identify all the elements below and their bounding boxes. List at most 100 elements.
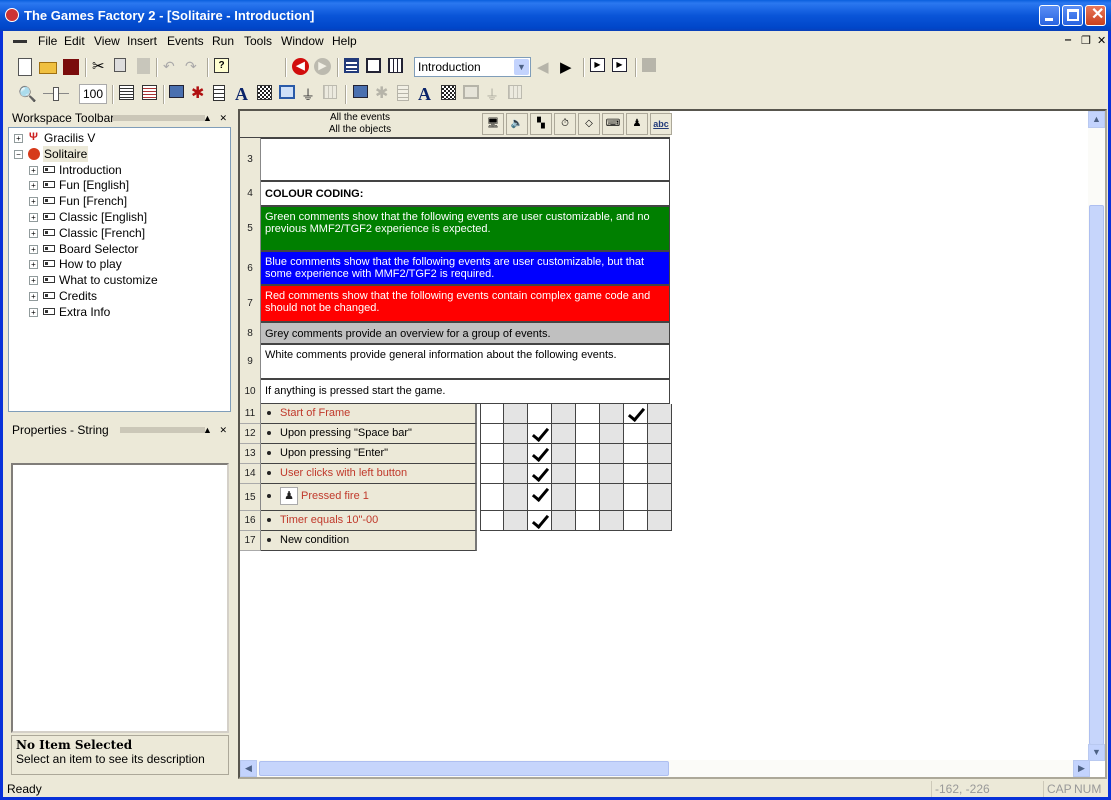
menu-events[interactable]: Events bbox=[167, 34, 204, 48]
comment-text[interactable]: Grey comments provide an overview for a … bbox=[261, 322, 670, 344]
empty-cell[interactable] bbox=[552, 404, 576, 424]
storyboard-controls-icon[interactable]: ▚ bbox=[530, 113, 552, 135]
empty-cell[interactable] bbox=[504, 511, 528, 531]
insert-event-icon[interactable] bbox=[119, 85, 134, 100]
empty-cell[interactable] bbox=[600, 464, 624, 484]
title-bar[interactable]: The Games Factory 2 - [Solitaire - Intro… bbox=[0, 0, 1111, 31]
frame-editor-icon[interactable] bbox=[366, 58, 381, 73]
panel-close-icon[interactable]: ✕ bbox=[219, 113, 227, 123]
comment-text[interactable]: White comments provide general informati… bbox=[261, 344, 670, 379]
expand-toggle[interactable]: + bbox=[29, 213, 38, 222]
scroll-left-button[interactable]: ◀ bbox=[240, 760, 257, 777]
empty-cell[interactable] bbox=[552, 464, 576, 484]
forward-icon[interactable]: ▶ bbox=[314, 58, 331, 75]
event-row[interactable]: 13 Upon pressing "Enter" bbox=[240, 444, 672, 464]
checkmark-cell[interactable] bbox=[528, 444, 552, 464]
expand-toggle[interactable]: + bbox=[29, 307, 38, 317]
timer-icon[interactable]: ⏱ bbox=[554, 113, 576, 135]
system-object-icon[interactable] bbox=[169, 85, 184, 98]
objects-filter-label[interactable]: All the objects bbox=[240, 124, 480, 135]
mdi-minimize-button[interactable]: ‒ bbox=[1065, 34, 1071, 46]
quick-backdrop-icon[interactable] bbox=[257, 85, 272, 100]
event-row[interactable]: 15 ♟ Pressed fire 1 bbox=[240, 484, 672, 511]
redo-icon[interactable]: ↷ bbox=[185, 58, 203, 76]
text-icon[interactable]: A bbox=[235, 85, 253, 103]
empty-cell[interactable] bbox=[576, 424, 600, 444]
create-objects-icon[interactable]: ◇ bbox=[578, 113, 600, 135]
zoom-icon[interactable]: 🔍 bbox=[18, 85, 37, 103]
condition[interactable]: ♟ Pressed fire 1 bbox=[261, 484, 477, 511]
vertical-scroll-thumb[interactable] bbox=[1089, 205, 1104, 745]
empty-cell[interactable] bbox=[576, 511, 600, 531]
backdrops-icon-2[interactable] bbox=[397, 85, 409, 101]
empty-cell[interactable] bbox=[624, 464, 648, 484]
expand-toggle[interactable]: + bbox=[14, 134, 23, 143]
empty-cell[interactable] bbox=[504, 424, 528, 444]
zoom-input[interactable]: 100 bbox=[79, 84, 107, 104]
tree-item[interactable]: Board Selector bbox=[58, 241, 139, 257]
comment-row[interactable]: 4 COLOUR CODING: bbox=[240, 181, 670, 206]
frame-select[interactable]: Introduction ▼ bbox=[414, 57, 531, 77]
tree-item[interactable]: Introduction bbox=[58, 162, 123, 178]
condition[interactable]: Timer equals 10"-00 bbox=[261, 511, 477, 531]
comment-text[interactable]: Green comments show that the following e… bbox=[261, 206, 670, 251]
empty-cell[interactable] bbox=[648, 424, 672, 444]
cut-icon[interactable]: ✂ bbox=[92, 58, 110, 76]
empty-cell[interactable] bbox=[600, 511, 624, 531]
condition[interactable]: Upon pressing "Space bar" bbox=[261, 424, 477, 444]
tree-item[interactable]: What to customize bbox=[58, 272, 159, 288]
expand-toggle[interactable]: + bbox=[29, 181, 38, 191]
tree-item[interactable]: Fun [French] bbox=[58, 193, 128, 209]
string-object-icon[interactable]: abc bbox=[650, 113, 672, 135]
empty-cell[interactable] bbox=[576, 444, 600, 464]
empty-cell[interactable] bbox=[552, 484, 576, 511]
comment-row[interactable]: 9 White comments provide general informat… bbox=[240, 344, 670, 379]
empty-cell[interactable] bbox=[648, 511, 672, 531]
counters-icon[interactable] bbox=[279, 85, 295, 99]
insert-comment-icon[interactable] bbox=[142, 85, 157, 100]
empty-cell[interactable] bbox=[552, 444, 576, 464]
expand-toggle[interactable]: + bbox=[29, 260, 38, 270]
new-icon[interactable] bbox=[18, 58, 32, 76]
condition[interactable]: User clicks with left button bbox=[261, 464, 477, 484]
tree-item[interactable]: Classic [English] bbox=[58, 209, 148, 225]
expand-toggle[interactable]: + bbox=[29, 276, 38, 286]
condition[interactable]: Upon pressing "Enter" bbox=[261, 444, 477, 464]
minimize-button[interactable] bbox=[1039, 5, 1060, 26]
run-application-icon[interactable]: ▶ bbox=[612, 58, 627, 72]
empty-cell[interactable] bbox=[624, 484, 648, 511]
stop-icon[interactable] bbox=[642, 58, 656, 72]
copy-icon[interactable] bbox=[114, 58, 126, 72]
empty-cell[interactable] bbox=[552, 511, 576, 531]
tree-item[interactable]: How to play bbox=[58, 256, 123, 272]
checkmark-cell[interactable] bbox=[528, 511, 552, 531]
panel-collapse-icon[interactable]: ▲ bbox=[203, 113, 212, 123]
empty-cell[interactable] bbox=[600, 424, 624, 444]
quick-backdrop-icon-2[interactable] bbox=[441, 85, 456, 100]
expand-toggle[interactable]: + bbox=[29, 292, 38, 301]
menu-view[interactable]: View bbox=[94, 34, 120, 48]
sound-icon[interactable]: 🔈 bbox=[506, 113, 528, 135]
open-icon[interactable] bbox=[39, 62, 57, 74]
empty-cell[interactable] bbox=[600, 444, 624, 464]
zoom-slider-handle[interactable] bbox=[53, 87, 59, 101]
paste-icon[interactable] bbox=[137, 58, 150, 74]
event-row[interactable]: 14 User clicks with left button bbox=[240, 464, 672, 484]
menu-tools[interactable]: Tools bbox=[244, 34, 272, 48]
tree-item[interactable]: Classic [French] bbox=[58, 225, 146, 241]
previous-frame-icon[interactable]: ◀ bbox=[537, 58, 555, 76]
comment-row[interactable]: 7 Red comments show that the following ev… bbox=[240, 285, 670, 322]
menu-insert[interactable]: Insert bbox=[127, 34, 157, 48]
empty-cell[interactable] bbox=[600, 484, 624, 511]
next-frame-icon[interactable]: ▶ bbox=[560, 58, 578, 76]
event-row[interactable]: 11 Start of Frame bbox=[240, 404, 672, 424]
menu-help[interactable]: Help bbox=[332, 34, 357, 48]
maximize-button[interactable] bbox=[1062, 5, 1083, 26]
player-icon[interactable]: ♟ bbox=[626, 113, 648, 135]
comment-text[interactable]: If anything is pressed start the game. bbox=[261, 379, 670, 404]
panel-close-icon[interactable]: ✕ bbox=[219, 425, 227, 435]
empty-cell[interactable] bbox=[648, 464, 672, 484]
checkmark-cell[interactable] bbox=[528, 484, 552, 511]
comment-text[interactable]: Red comments show that the following eve… bbox=[261, 285, 670, 322]
expand-toggle[interactable]: + bbox=[29, 228, 38, 238]
